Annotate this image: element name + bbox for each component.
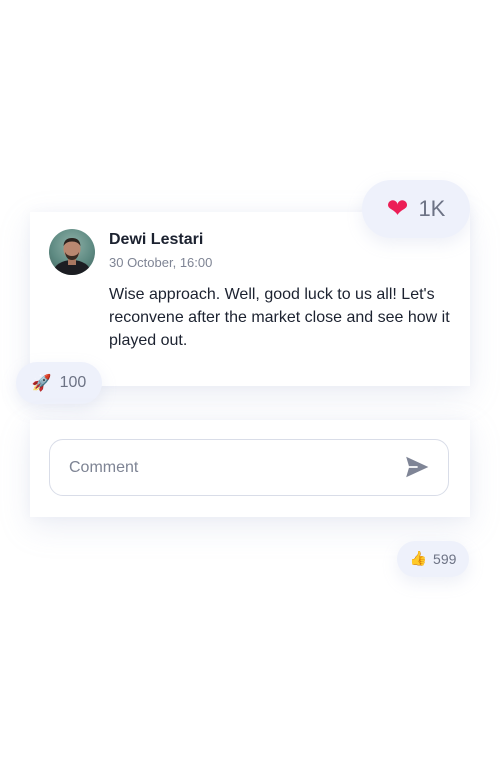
comment-input[interactable] [67, 440, 391, 496]
heart-reaction-button[interactable]: ❤ 1K [362, 180, 470, 238]
rocket-reaction-button[interactable]: 🚀 100 [16, 362, 102, 404]
heart-icon: ❤ [386, 194, 409, 224]
post-timestamp: 30 October, 16:00 [109, 255, 213, 270]
heart-reaction-count: 1K [418, 196, 446, 221]
send-icon[interactable] [404, 454, 430, 480]
post-card: Dewi Lestari 30 October, 16:00 Wise appr… [30, 212, 470, 386]
thumbs-up-reaction-count: 599 [433, 551, 457, 567]
thumbs-up-reaction-button[interactable]: 👍 599 [397, 541, 469, 577]
author-name[interactable]: Dewi Lestari [109, 231, 203, 249]
post-text: Wise approach. Well, good luck to us all… [109, 286, 450, 349]
avatar-portrait [53, 238, 91, 275]
rocket-reaction-count: 100 [59, 374, 87, 391]
thumbs-up-icon: 👍 [409, 551, 428, 567]
comment-box [49, 439, 449, 496]
avatar[interactable] [49, 229, 95, 275]
comment-card [30, 420, 470, 517]
rocket-icon: 🚀 [31, 373, 52, 392]
